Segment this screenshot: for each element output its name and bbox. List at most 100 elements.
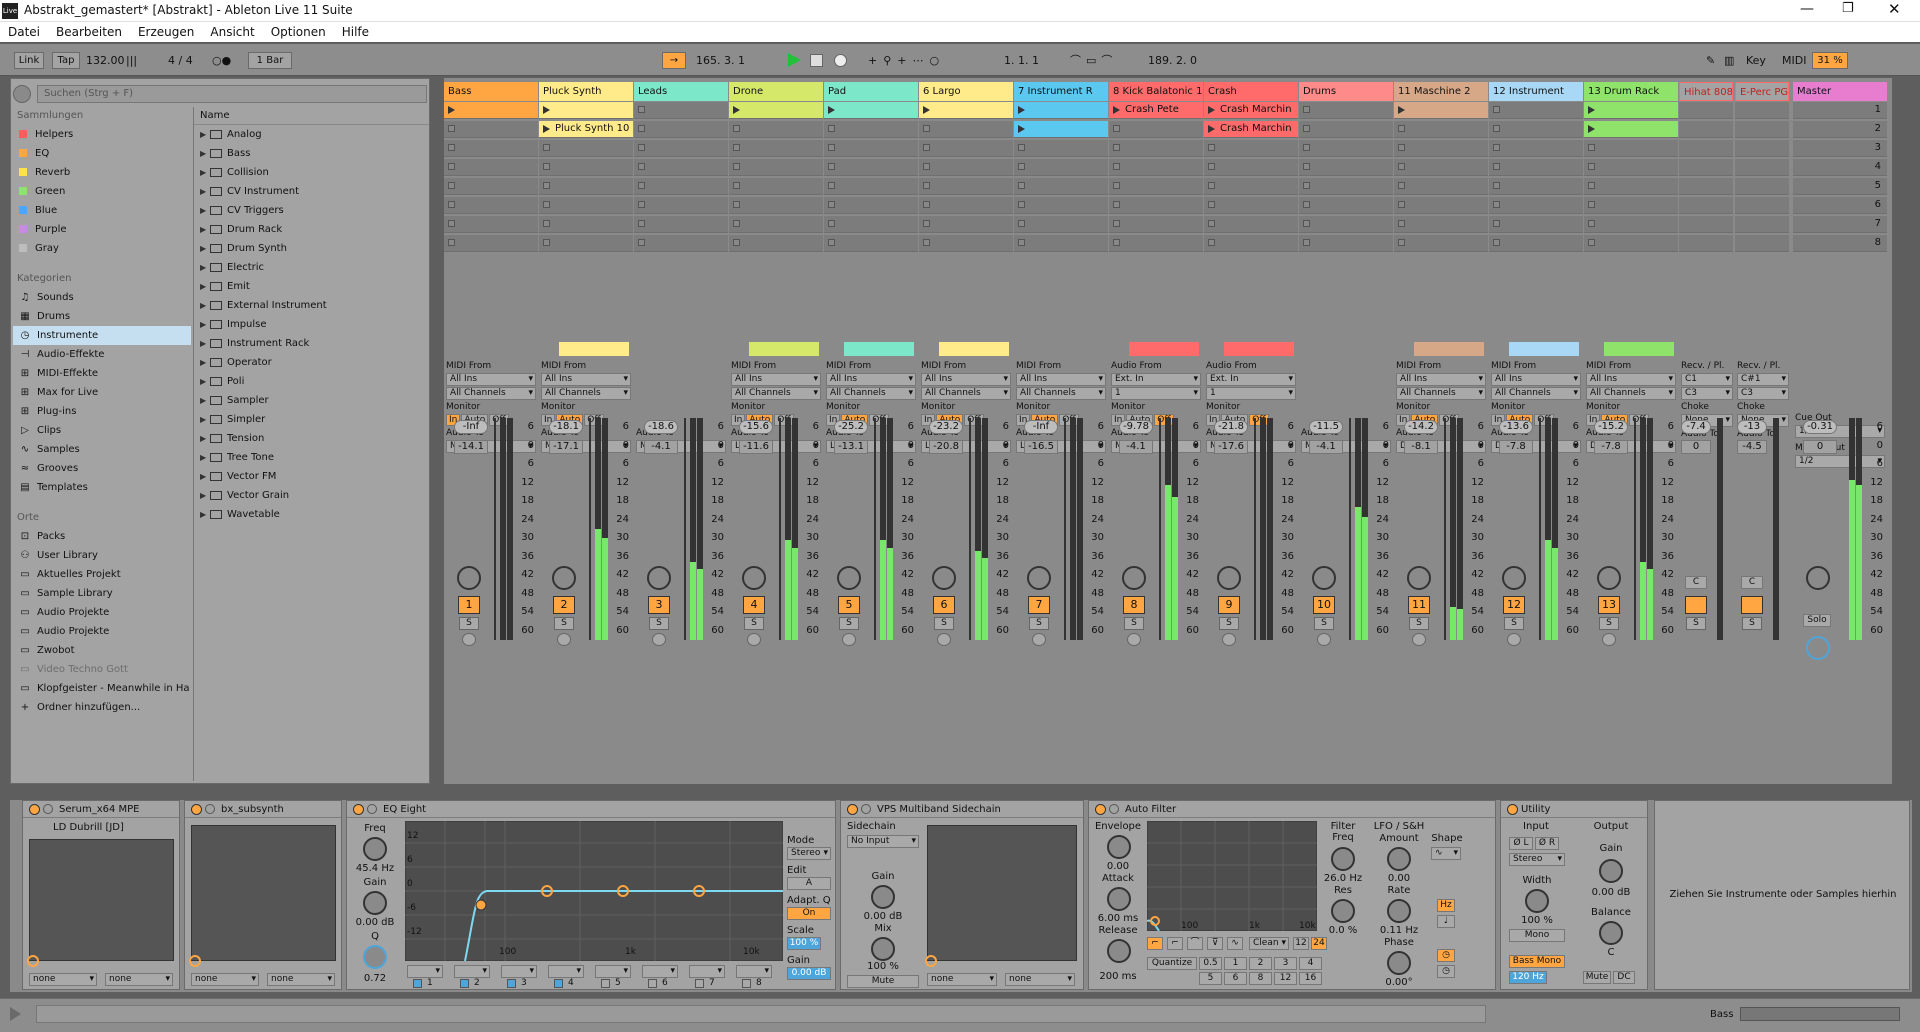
scene-launch-slot[interactable]: 1 (1793, 102, 1887, 119)
browser-item[interactable]: ▶ Instrument Rack (194, 334, 429, 353)
expand-arrow-icon[interactable]: ▶ (200, 334, 210, 353)
stop-button-icon[interactable] (1113, 125, 1120, 132)
device-header[interactable]: Utility (1501, 801, 1647, 818)
stop-button-icon[interactable] (638, 163, 645, 170)
track-activator-button[interactable]: 11 (1408, 596, 1430, 614)
sidechain-select-1[interactable]: none (29, 973, 97, 986)
clip-slot[interactable] (919, 121, 1013, 138)
solo-button[interactable]: S (1686, 617, 1706, 630)
stop-button-icon[interactable] (1493, 220, 1500, 227)
input-channel-dropdown[interactable]: All Channels (446, 387, 536, 400)
arm-button[interactable] (1222, 633, 1236, 646)
stop-button-icon[interactable] (1113, 239, 1120, 246)
stop-button-icon[interactable] (828, 239, 835, 246)
pan-knob[interactable] (1407, 566, 1431, 590)
clip-slot[interactable] (1735, 102, 1789, 119)
clip-slot[interactable] (1679, 235, 1733, 252)
device-power-icon[interactable] (1507, 804, 1518, 815)
edit-button[interactable]: A (787, 877, 831, 890)
sidebar-item[interactable]: ▭ Sample Library (13, 584, 191, 603)
arm-button[interactable] (1317, 633, 1331, 646)
band-filter-type-dropdown[interactable] (501, 965, 537, 978)
clip-slot[interactable] (1735, 159, 1789, 176)
device-power-icon[interactable] (1095, 804, 1106, 815)
sidebar-item[interactable]: ▭ Audio Projekte (13, 622, 191, 641)
quantize-value-button[interactable]: 3 (1274, 957, 1297, 970)
browser-item[interactable]: ▶ Simpler (194, 410, 429, 429)
stop-button-icon[interactable] (543, 182, 550, 189)
scene-launch-slot[interactable]: 7 (1793, 216, 1887, 233)
clip-slot[interactable] (1489, 140, 1583, 157)
clip-slot[interactable] (1679, 197, 1733, 214)
stop-button-icon[interactable] (1588, 144, 1595, 151)
solo-cue-button[interactable]: Solo (1803, 614, 1831, 627)
phase-left-button[interactable]: Ø L (1509, 837, 1533, 850)
stop-button-icon[interactable] (543, 144, 550, 151)
clip-slot[interactable] (1299, 235, 1393, 252)
mute-button[interactable]: Mute (1583, 971, 1611, 984)
clip[interactable]: Crash Marchin (1204, 121, 1298, 137)
filter-type-highpass[interactable]: ⌐ (1167, 937, 1183, 950)
band-toggle[interactable] (742, 979, 751, 988)
release-value[interactable]: 200 ms (1091, 971, 1145, 982)
solo-button[interactable]: S (1599, 617, 1619, 630)
filter-type-lowpass[interactable]: ⌐ (1147, 937, 1163, 950)
play-button[interactable] (788, 53, 801, 67)
volume-value[interactable]: -23.2 (929, 420, 963, 434)
clip-slot[interactable] (444, 216, 538, 233)
overview-icon[interactable] (1740, 1007, 1900, 1021)
stop-button-icon[interactable] (1398, 201, 1405, 208)
sidebar-item[interactable]: ⊞ Max for Live (13, 383, 191, 402)
sidebar-item[interactable]: ≈ Grooves (13, 459, 191, 478)
clip-slot[interactable] (1299, 140, 1393, 157)
draw-mode-icon[interactable]: ✎ (1706, 52, 1720, 69)
expand-arrow-icon[interactable]: ▶ (200, 372, 210, 391)
browser-item[interactable]: ▶ Emit (194, 277, 429, 296)
clip-slot[interactable] (1679, 121, 1733, 138)
expand-arrow-icon[interactable]: ▶ (200, 467, 210, 486)
clip-slot[interactable] (1394, 216, 1488, 233)
band-filter-type-dropdown[interactable] (407, 965, 443, 978)
device-power-icon[interactable] (191, 804, 202, 815)
sidebar-item[interactable]: ⊣ Audio-Effekte (13, 345, 191, 364)
track-activator-button[interactable]: 12 (1503, 596, 1525, 614)
band-filter-type-dropdown[interactable] (736, 965, 772, 978)
clip-slot[interactable] (919, 178, 1013, 195)
stop-button-icon[interactable] (448, 125, 455, 132)
stop-button-icon[interactable] (733, 201, 740, 208)
input-channel-dropdown[interactable]: All Channels (921, 387, 1011, 400)
device-drop-zone[interactable]: Ziehen Sie Instrumente oder Samples hier… (1654, 800, 1910, 990)
input-type-dropdown[interactable]: All Ins (446, 373, 536, 386)
stop-button-icon[interactable] (638, 201, 645, 208)
pan-knob[interactable] (1312, 566, 1336, 590)
volume-value[interactable]: -Inf (1024, 420, 1058, 434)
clip-slot[interactable] (634, 140, 728, 157)
clip-slot[interactable] (1584, 216, 1678, 233)
track-activator-button[interactable]: 9 (1218, 596, 1240, 614)
clip-slot[interactable] (444, 159, 538, 176)
clip-slot[interactable] (824, 140, 918, 157)
clip-slot[interactable] (1679, 102, 1733, 119)
master-pan-value[interactable]: 0 (1803, 440, 1837, 454)
solo-button[interactable]: S (1409, 617, 1429, 630)
stop-button-icon[interactable] (543, 220, 550, 227)
device-power-icon[interactable] (353, 804, 364, 815)
stop-button-icon[interactable] (733, 239, 740, 246)
clip-slot[interactable] (539, 159, 633, 176)
menu-bearbeiten[interactable]: Bearbeiten (56, 22, 122, 42)
clip-slot[interactable] (634, 235, 728, 252)
clip-slot[interactable] (919, 140, 1013, 157)
volume-value[interactable]: -7.4 (1681, 420, 1711, 434)
clip-slot[interactable] (729, 140, 823, 157)
input-channel-dropdown[interactable]: All Channels (1491, 387, 1581, 400)
name-column-header[interactable]: Name (194, 107, 429, 125)
clip-slot[interactable] (1014, 197, 1108, 214)
sidebar-item[interactable]: ♫ Sounds (13, 288, 191, 307)
sidebar-item[interactable]: ⊞ MIDI-Effekte (13, 364, 191, 383)
track-activator-button[interactable]: 7 (1028, 596, 1050, 614)
slope-12-button[interactable]: 12 (1293, 937, 1309, 950)
fold-icon[interactable] (205, 804, 215, 814)
phase-knob[interactable] (1387, 951, 1411, 975)
stop-button-icon[interactable] (638, 106, 645, 113)
chain-pan-button[interactable]: C (1685, 576, 1707, 589)
